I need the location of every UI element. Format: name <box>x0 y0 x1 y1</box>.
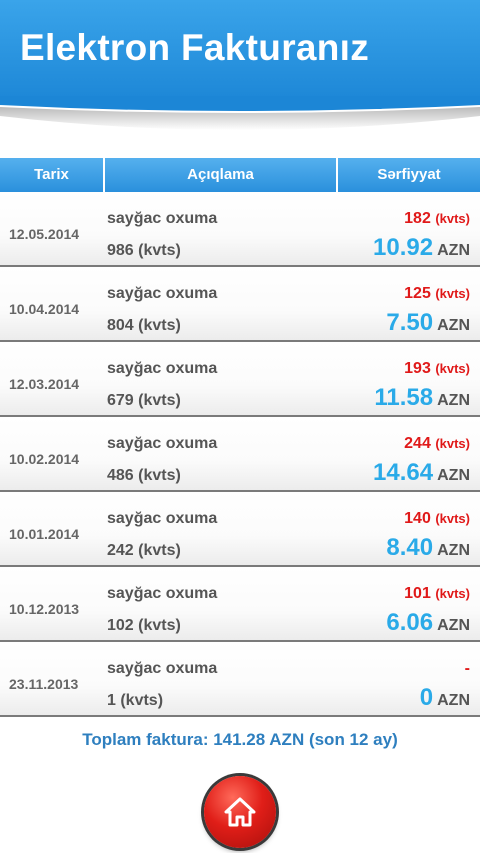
invoice-list: 12.05.2014 sayğac oxuma 986 (kvts) 182 (… <box>0 192 480 717</box>
row-consumption: 244 (kvts) <box>404 435 470 453</box>
column-description[interactable]: Açıqlama <box>105 158 336 192</box>
amount-value: 10.92 <box>373 234 434 261</box>
page-title: Elektron Fakturanız <box>20 27 370 68</box>
row-date: 10.12.2013 <box>9 601 80 617</box>
row-consumption: 193 (kvts) <box>404 360 470 378</box>
row-description: sayğac oxuma <box>107 285 218 302</box>
consumption-unit: (kvts) <box>435 361 470 376</box>
row-amount: 14.64 AZN <box>373 459 470 487</box>
row-date: 12.03.2014 <box>9 376 80 392</box>
amount-currency: AZN <box>437 392 470 409</box>
consumption-value: 125 <box>404 285 431 302</box>
row-description: sayğac oxuma <box>107 435 218 452</box>
app-header: Elektron Fakturanız <box>0 0 480 104</box>
consumption-unit: (kvts) <box>435 436 470 451</box>
consumption-value: 182 <box>404 210 431 227</box>
row-consumption: 125 (kvts) <box>404 285 470 303</box>
row-consumption: 140 (kvts) <box>404 510 470 528</box>
row-date: 10.01.2014 <box>9 526 80 542</box>
amount-value: 0 <box>419 684 434 711</box>
row-meter-reading: 804 (kvts) <box>107 317 181 334</box>
amount-value: 7.50 <box>386 309 434 336</box>
amount-currency: AZN <box>437 617 470 634</box>
row-meter-reading: 986 (kvts) <box>107 242 181 259</box>
invoice-row[interactable]: 23.11.2013 sayğac oxuma 1 (kvts) - 0 AZN <box>0 642 480 717</box>
row-meter-reading: 486 (kvts) <box>107 467 181 484</box>
amount-value: 6.06 <box>386 609 434 636</box>
row-consumption: 101 (kvts) <box>404 585 470 603</box>
amount-currency: AZN <box>437 467 470 484</box>
row-meter-reading: 102 (kvts) <box>107 617 181 634</box>
amount-value: 11.58 <box>374 384 434 411</box>
row-amount: 7.50 AZN <box>386 309 470 337</box>
invoice-total: Toplam faktura: 141.28 AZN (son 12 ay) <box>82 730 398 749</box>
row-amount: 11.58 AZN <box>374 384 470 412</box>
consumption-value: 193 <box>404 360 431 377</box>
row-description: sayğac oxuma <box>107 360 218 377</box>
consumption-unit: (kvts) <box>435 211 470 226</box>
consumption-unit: (kvts) <box>435 511 470 526</box>
consumption-unit: (kvts) <box>435 286 470 301</box>
row-description: sayğac oxuma <box>107 660 218 677</box>
row-amount: 10.92 AZN <box>373 234 470 262</box>
invoice-row[interactable]: 10.01.2014 sayğac oxuma 242 (kvts) 140 (… <box>0 492 480 567</box>
row-meter-reading: 242 (kvts) <box>107 542 181 559</box>
row-amount: 0 AZN <box>420 684 470 712</box>
row-consumption: 182 (kvts) <box>404 210 470 228</box>
column-consumption[interactable]: Sərfiyyat <box>338 158 480 192</box>
invoice-row[interactable]: 10.12.2013 sayğac oxuma 102 (kvts) 101 (… <box>0 567 480 642</box>
row-description: sayğac oxuma <box>107 210 218 227</box>
consumption-value: 101 <box>404 585 431 602</box>
row-meter-reading: 1 (kvts) <box>107 692 164 709</box>
header-curve <box>0 96 480 130</box>
amount-value: 14.64 <box>373 459 434 486</box>
consumption-value: 140 <box>404 510 431 527</box>
invoice-row[interactable]: 10.02.2014 sayğac oxuma 486 (kvts) 244 (… <box>0 417 480 492</box>
consumption-unit: (kvts) <box>435 586 470 601</box>
home-button[interactable] <box>204 776 276 848</box>
home-icon <box>224 797 256 827</box>
row-date: 10.02.2014 <box>9 451 80 467</box>
row-date: 23.11.2013 <box>9 676 79 692</box>
amount-currency: AZN <box>437 692 470 709</box>
invoice-row[interactable]: 12.05.2014 sayğac oxuma 986 (kvts) 182 (… <box>0 192 480 267</box>
row-consumption: - <box>465 660 470 678</box>
row-description: sayğac oxuma <box>107 510 218 527</box>
invoice-row[interactable]: 10.04.2014 sayğac oxuma 804 (kvts) 125 (… <box>0 267 480 342</box>
consumption-value: - <box>464 660 470 677</box>
row-meter-reading: 679 (kvts) <box>107 392 181 409</box>
amount-value: 8.40 <box>386 534 434 561</box>
row-amount: 8.40 AZN <box>386 534 470 562</box>
column-header-bar: Tarix Açıqlama Sərfiyyat <box>0 158 480 192</box>
amount-currency: AZN <box>437 242 470 259</box>
row-date: 12.05.2014 <box>9 226 80 242</box>
invoice-row[interactable]: 12.03.2014 sayğac oxuma 679 (kvts) 193 (… <box>0 342 480 417</box>
consumption-value: 244 <box>404 435 431 452</box>
amount-currency: AZN <box>437 317 470 334</box>
amount-currency: AZN <box>437 542 470 559</box>
column-date[interactable]: Tarix <box>0 158 103 192</box>
row-date: 10.04.2014 <box>9 301 80 317</box>
row-amount: 6.06 AZN <box>386 609 470 637</box>
row-description: sayğac oxuma <box>107 585 218 602</box>
